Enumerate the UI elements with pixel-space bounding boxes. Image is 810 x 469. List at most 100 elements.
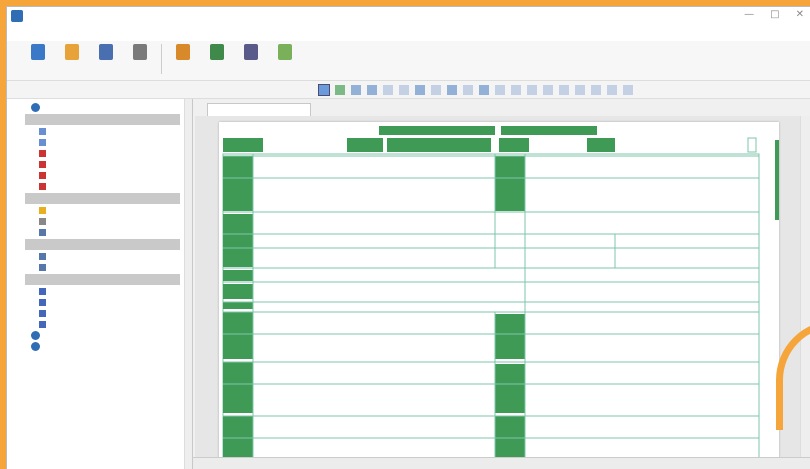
row-label-3 xyxy=(223,270,253,281)
sidebar-head-8[interactable] xyxy=(25,193,180,204)
navigation-sidebar xyxy=(7,99,193,469)
sidebar-head-1[interactable] xyxy=(25,114,180,125)
sidebar-item-4[interactable] xyxy=(7,148,192,159)
toolbar-icon-5 xyxy=(176,44,190,60)
menu-bar xyxy=(7,25,810,41)
document-icon xyxy=(39,264,46,271)
toolbar-separator xyxy=(161,44,162,74)
document-area xyxy=(195,116,810,469)
sidebar-item-5[interactable] xyxy=(7,159,192,170)
sidebar-item-18[interactable] xyxy=(7,308,192,319)
toolbar-button-4[interactable] xyxy=(123,44,157,63)
mid-label-3 xyxy=(495,364,525,413)
sidebar-head-15[interactable] xyxy=(25,274,180,285)
ungroup-icon[interactable] xyxy=(463,85,473,95)
sidebar-scrollbar[interactable] xyxy=(184,99,192,469)
row-label-5 xyxy=(223,302,253,309)
sidebar-item-3[interactable] xyxy=(7,137,192,148)
sidebar-item-11[interactable] xyxy=(7,227,192,238)
sidebar-item-2[interactable] xyxy=(7,126,192,137)
sidebar-item-10[interactable] xyxy=(7,216,192,227)
folder-icon xyxy=(31,342,40,351)
row-label-7 xyxy=(223,362,253,413)
maximize-button[interactable]: □ xyxy=(770,9,779,20)
align-left-icon[interactable] xyxy=(383,85,393,95)
sidebar-item-6[interactable] xyxy=(7,170,192,181)
document-icon xyxy=(39,299,46,306)
sidebar-head-12[interactable] xyxy=(25,239,180,250)
row-label-2 xyxy=(223,214,253,267)
distribute-icon[interactable] xyxy=(431,85,441,95)
align-right-icon[interactable] xyxy=(415,85,425,95)
document-icon xyxy=(39,253,46,260)
document-icon xyxy=(39,321,46,328)
grid-icon[interactable] xyxy=(511,85,521,95)
header-cell xyxy=(587,138,615,152)
toolbar-button-7[interactable] xyxy=(234,44,268,63)
form-title-band xyxy=(379,126,495,135)
toolbar-button-2[interactable] xyxy=(55,44,89,63)
document-icon xyxy=(39,161,46,168)
sidebar-item-16[interactable] xyxy=(7,286,192,297)
document-icon xyxy=(39,310,46,317)
toolbar-button-1[interactable] xyxy=(21,44,55,63)
snap-icon[interactable] xyxy=(527,85,537,95)
sidebar-item-14[interactable] xyxy=(7,262,192,273)
sidebar-item-7[interactable] xyxy=(7,181,192,192)
sidebar-item-9[interactable] xyxy=(7,205,192,216)
shape-tool-icon[interactable] xyxy=(367,85,377,95)
drawing-tools xyxy=(318,84,633,96)
close-button[interactable]: ✕ xyxy=(796,9,804,20)
text-tool-icon[interactable] xyxy=(351,85,361,95)
secondary-toolbar xyxy=(7,81,810,99)
sidebar-root-0[interactable] xyxy=(7,102,192,113)
guide-icon[interactable] xyxy=(543,85,553,95)
toolbar-icon-4 xyxy=(133,44,147,60)
front-icon[interactable] xyxy=(479,85,489,95)
sidebar-item-13[interactable] xyxy=(7,251,192,262)
document-icon xyxy=(39,150,46,157)
zoom-in-icon[interactable] xyxy=(575,85,585,95)
row-label-6 xyxy=(223,312,253,359)
sidebar-item-17[interactable] xyxy=(7,297,192,308)
properties-icon[interactable] xyxy=(623,85,633,95)
toolbar-icon-7 xyxy=(244,44,258,60)
form-subtitle-band xyxy=(501,126,597,135)
folder-icon xyxy=(31,331,40,340)
document-icon xyxy=(39,128,46,135)
back-icon[interactable] xyxy=(495,85,505,95)
toolbar-button-5[interactable] xyxy=(166,44,200,63)
select-tool-icon[interactable] xyxy=(318,84,330,96)
sidebar-list xyxy=(7,99,192,352)
header-cell xyxy=(387,138,491,152)
fit-icon[interactable] xyxy=(607,85,617,95)
document-icon xyxy=(39,218,46,225)
toolbar-button-6[interactable] xyxy=(200,44,234,63)
status-bar xyxy=(193,457,810,469)
sidebar-item-19[interactable] xyxy=(7,319,192,330)
pen-tool-icon[interactable] xyxy=(335,85,345,95)
toolbar-icon-2 xyxy=(65,44,79,60)
lock-icon[interactable] xyxy=(559,85,569,95)
form-page xyxy=(219,122,779,469)
app-window: — □ ✕ xyxy=(6,6,810,469)
header-cell xyxy=(223,138,263,152)
side-tab xyxy=(775,140,779,220)
group-icon[interactable] xyxy=(447,85,457,95)
toolbar-button-8[interactable] xyxy=(268,44,302,63)
document-icon xyxy=(39,139,46,146)
toolbar-icon-8 xyxy=(278,44,292,60)
minimize-button[interactable]: — xyxy=(744,9,754,20)
toolbar-button-3[interactable] xyxy=(89,44,123,63)
align-center-icon[interactable] xyxy=(399,85,409,95)
sidebar-root-20[interactable] xyxy=(7,330,192,341)
sidebar-root-21[interactable] xyxy=(7,341,192,352)
row-label-1 xyxy=(223,156,253,211)
app-icon xyxy=(11,10,23,22)
title-bar: — □ ✕ xyxy=(7,7,810,25)
form-sheet[interactable] xyxy=(219,122,779,469)
header-cell xyxy=(499,138,529,152)
document-tab[interactable] xyxy=(207,103,311,116)
zoom-out-icon[interactable] xyxy=(591,85,601,95)
toolbar-icon-6 xyxy=(210,44,224,60)
